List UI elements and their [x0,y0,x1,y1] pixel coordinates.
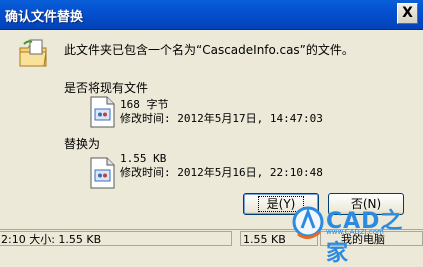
replacement-file-modified: 修改时间: 2012年5月16日, 22:10:48 [120,166,323,179]
close-button[interactable]: X [397,3,418,24]
replacement-file-size: 1.55 KB [120,152,167,165]
watermark: CAD之家 www.CADZJ.com [292,200,423,266]
dialog-title: 确认文件替换 [5,10,84,25]
title-bar: 确认文件替换 X [0,0,423,30]
close-icon: X [402,5,413,21]
watermark-url: www.CADZJ.com [326,228,384,236]
replacement-file-info: 1.55 KB 修改时间: 2012年5月16日, 22:10:48 [120,152,323,180]
replace-label: 替换为 [64,137,101,151]
conflict-message: 此文件夹已包含一个名为“CascadeInfo.cas”的文件。 [64,43,354,57]
folder-move-icon [19,39,47,67]
existing-file-modified: 修改时间: 2012年5月17日, 14:47:03 [120,112,323,125]
existing-file-info: 168 字节 修改时间: 2012年5月17日, 14:47:03 [120,98,323,126]
file-icon [90,157,115,189]
existing-file-size: 168 字节 [120,98,169,111]
watermark-logo [292,206,324,239]
question-label: 是否将现有文件 [64,81,149,95]
file-icon [90,96,115,128]
status-details: 2:10 大小: 1.55 KB [0,231,232,246]
